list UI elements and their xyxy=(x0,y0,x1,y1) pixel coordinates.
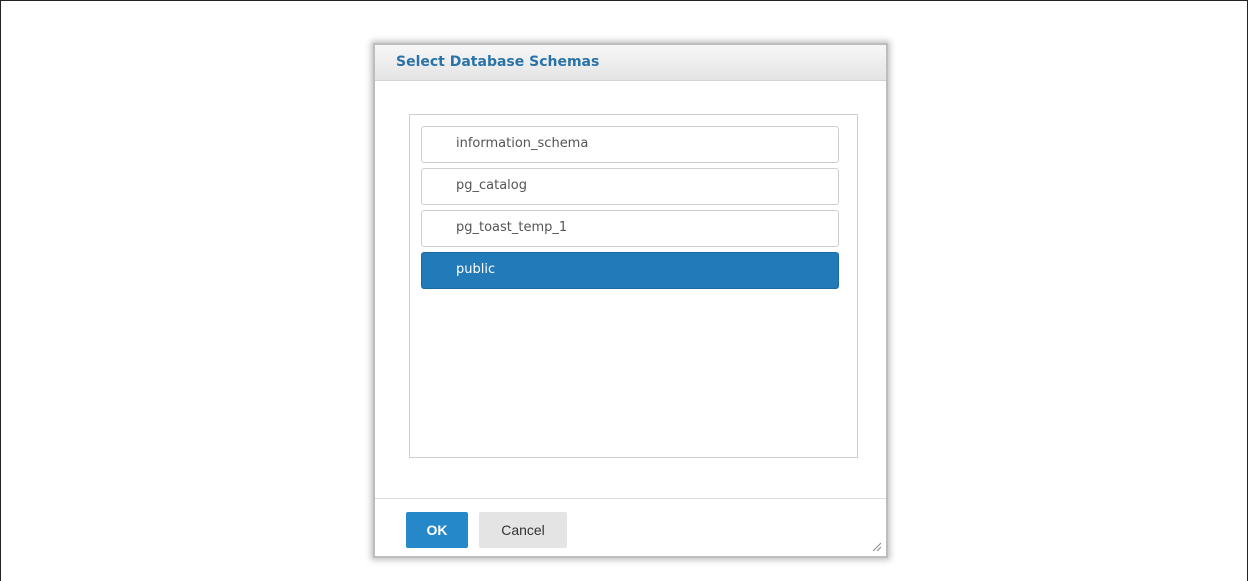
schema-item-pg-toast-temp-1[interactable]: pg_toast_temp_1 xyxy=(421,210,839,247)
dialog-title: Select Database Schemas xyxy=(396,54,600,70)
schema-item-information-schema[interactable]: information_schema xyxy=(421,126,839,163)
schema-item-public[interactable]: public xyxy=(421,252,839,289)
schema-item-label: pg_toast_temp_1 xyxy=(456,220,568,235)
dialog-footer: OK Cancel xyxy=(375,498,886,556)
dialog-header[interactable]: Select Database Schemas xyxy=(375,45,886,81)
schema-item-pg-catalog[interactable]: pg_catalog xyxy=(421,168,839,205)
resize-grip-icon[interactable] xyxy=(871,541,881,551)
schema-list[interactable]: information_schema pg_catalog pg_toast_t… xyxy=(409,114,858,458)
select-schemas-dialog: Select Database Schemas information_sche… xyxy=(373,43,888,558)
cancel-button[interactable]: Cancel xyxy=(479,512,567,548)
schema-item-label: pg_catalog xyxy=(456,178,527,193)
schema-item-label: information_schema xyxy=(456,136,589,151)
schema-item-label: public xyxy=(456,262,496,277)
ok-button[interactable]: OK xyxy=(406,512,468,548)
